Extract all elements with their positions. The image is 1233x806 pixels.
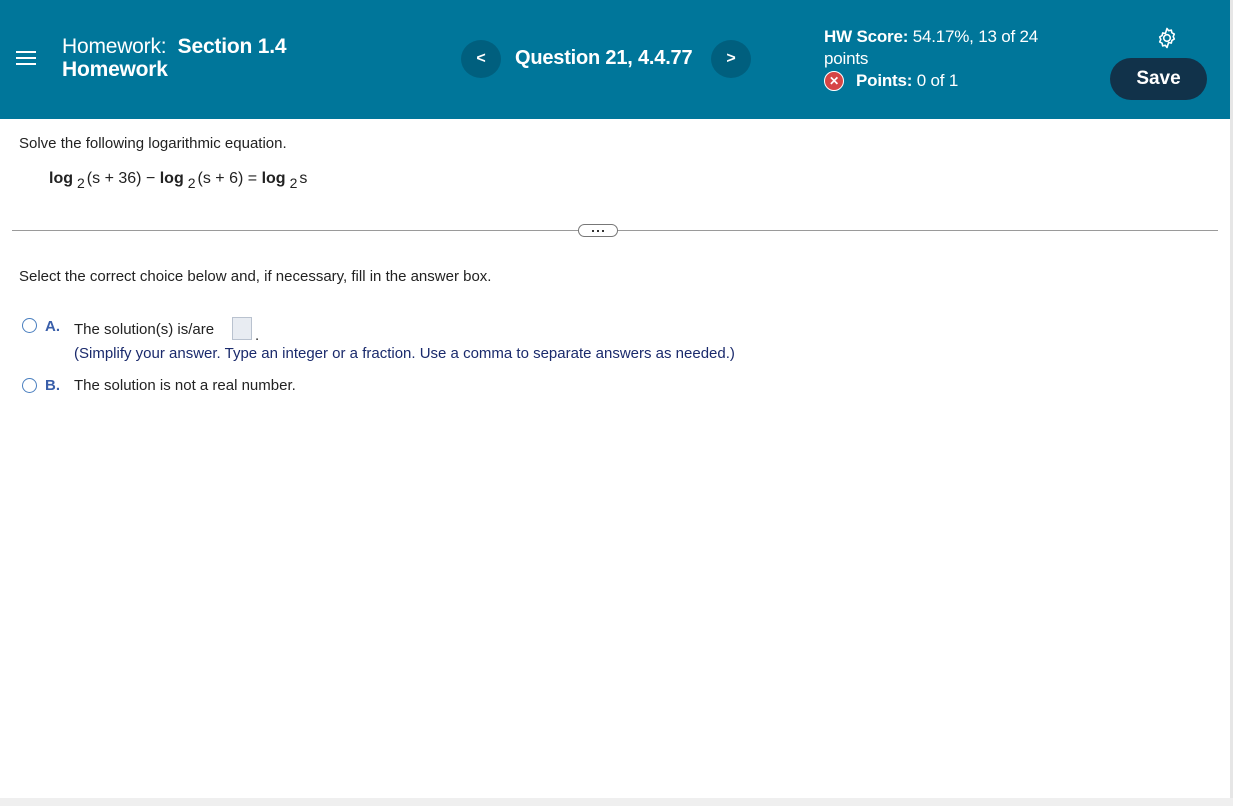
x-circle-icon: ✕ bbox=[824, 71, 844, 91]
assignment-title: Homework: Section 1.4 Homework bbox=[62, 35, 287, 81]
gear-icon[interactable] bbox=[1155, 26, 1179, 50]
points-value: 0 of 1 bbox=[916, 71, 959, 90]
next-question-button[interactable]: > bbox=[711, 40, 751, 78]
hw-score: HW Score: 54.17%, 13 of 24 points bbox=[824, 26, 1074, 70]
question-label: Question 21, 4.4.77 bbox=[515, 47, 693, 69]
hw-score-value: 54.17%, 13 of 24 bbox=[912, 27, 1039, 46]
question-instruction: Solve the following logarithmic equation… bbox=[19, 135, 287, 152]
title-section: Section 1.4 bbox=[177, 35, 287, 58]
option-a-text: The solution(s) is/are bbox=[74, 321, 215, 338]
eq-log-2: log bbox=[159, 170, 184, 187]
previous-question-button[interactable]: < bbox=[461, 40, 501, 78]
eq-base-1: 2 bbox=[77, 175, 85, 191]
option-b-letter: B. bbox=[45, 377, 60, 394]
menu-icon[interactable] bbox=[16, 48, 36, 68]
hw-score-unit: points bbox=[824, 49, 869, 68]
title-homework: Homework bbox=[62, 58, 168, 81]
hw-score-label: HW Score: bbox=[824, 27, 909, 46]
option-b-radio[interactable] bbox=[22, 378, 37, 393]
option-a-hint: (Simplify your answer. Type an integer o… bbox=[74, 345, 735, 362]
solution-answer-input[interactable] bbox=[232, 317, 252, 340]
eq-base-3: 2 bbox=[289, 175, 298, 191]
eq-arg-2: (s + 6) bbox=[197, 170, 244, 187]
more-options-icon[interactable] bbox=[578, 224, 618, 237]
option-a-period: . bbox=[255, 327, 260, 344]
bottom-bar bbox=[0, 798, 1233, 806]
eq-arg-3: s bbox=[299, 170, 308, 187]
eq-minus: − bbox=[145, 170, 156, 187]
option-b-text: The solution is not a real number. bbox=[74, 377, 296, 394]
chevron-right-icon: > bbox=[726, 50, 736, 67]
eq-log-1: log bbox=[49, 170, 73, 187]
points-label: Points: bbox=[856, 71, 913, 90]
eq-log-3: log bbox=[261, 170, 286, 187]
question-points: ✕ Points: 0 of 1 bbox=[824, 71, 958, 91]
top-header: Homework: Section 1.4 Homework < Questio… bbox=[0, 0, 1230, 119]
eq-equals: = bbox=[247, 170, 258, 187]
save-button[interactable]: Save bbox=[1110, 58, 1207, 100]
option-a-radio[interactable] bbox=[22, 318, 37, 333]
title-lead: Homework: bbox=[62, 35, 167, 58]
eq-arg-1: (s + 36) bbox=[86, 170, 142, 187]
log-equation: log 2 (s + 36) − log 2 (s + 6) = log 2 s bbox=[49, 170, 307, 191]
answer-instruction: Select the correct choice below and, if … bbox=[19, 268, 492, 285]
chevron-left-icon: < bbox=[476, 50, 486, 67]
eq-base-2: 2 bbox=[187, 175, 196, 191]
option-a-letter: A. bbox=[45, 318, 60, 335]
